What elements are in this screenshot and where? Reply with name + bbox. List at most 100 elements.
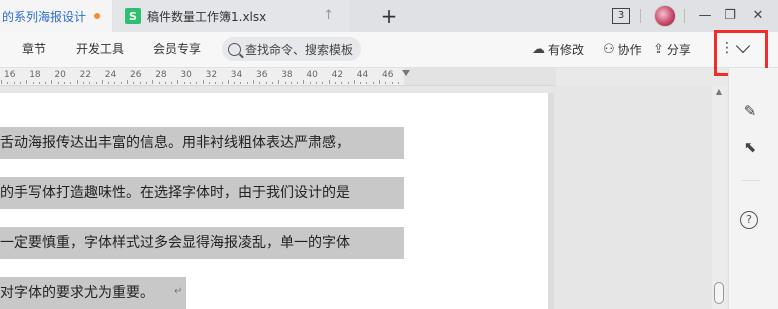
text-line[interactable]: 一定要慎重，字体样式过多会显得海报凌乱，单一的字体 — [0, 227, 404, 259]
ruler-tick — [101, 80, 103, 84]
ruler-tick — [240, 82, 242, 84]
text-line-content: 的手写体打造趣味性。在选择字体时，由于我们设计的是 — [0, 185, 350, 201]
ruler-label: 36 — [256, 70, 268, 80]
user-icon: ⚇ — [603, 42, 615, 57]
menu-chapter[interactable]: 章节 — [22, 32, 46, 67]
ruler-tick — [353, 80, 355, 84]
collab-label: 协作 — [617, 43, 642, 57]
ruler-tick — [95, 82, 97, 84]
ruler-tick — [385, 82, 387, 84]
ruler-label: 16 — [4, 70, 16, 80]
ruler-tick — [391, 82, 393, 84]
menu-member[interactable]: 会员专享 — [153, 32, 201, 67]
ruler-tick — [164, 82, 166, 84]
ruler-tick — [190, 82, 191, 84]
tab-document[interactable]: 的系列海报设计 — [0, 0, 112, 32]
ruler-label: 32 — [205, 70, 218, 80]
window-count-badge[interactable]: 3 — [612, 8, 630, 24]
ruler-tick — [366, 82, 368, 84]
ruler-tick — [334, 82, 336, 84]
ruler-label: 24 — [104, 70, 117, 80]
ruler-tick — [177, 80, 179, 84]
divider — [640, 9, 641, 23]
ruler-tick — [202, 80, 204, 84]
text-line-content: 对字体的要求尤为重要。 — [0, 285, 154, 301]
scroll-up-icon[interactable]: ▲ — [714, 88, 724, 96]
spreadsheet-icon: S — [125, 8, 141, 24]
vertical-scrollbar[interactable] — [712, 86, 726, 309]
text-line[interactable]: 的手写体打造趣味性。在选择字体时，由于我们设计的是 — [0, 177, 404, 209]
upload-arrow-icon[interactable]: ↑ — [323, 8, 334, 23]
ruler-tick — [171, 82, 173, 84]
ruler-tick — [108, 82, 110, 84]
ruler-tick — [322, 82, 324, 84]
tab-document-label: 的系列海报设计 — [2, 9, 87, 24]
scroll-thumb[interactable] — [714, 282, 724, 304]
ruler-tick — [278, 80, 280, 84]
ruler-tick — [284, 82, 286, 84]
ruler-tick — [70, 82, 72, 84]
paragraph-mark-icon: ↵ — [174, 286, 183, 297]
ruler-tick — [45, 82, 47, 84]
minimize-button[interactable]: — — [696, 0, 714, 32]
ruler-tick — [114, 82, 116, 84]
ruler-tick — [379, 80, 380, 84]
ruler-tick — [215, 82, 217, 84]
ruler-tick — [341, 82, 343, 84]
text-line[interactable]: 对字体的要求尤为重要。 — [0, 277, 186, 309]
restore-button[interactable]: ❐ — [720, 0, 740, 32]
modified-button[interactable]: ☁ 有修改 — [532, 32, 584, 67]
ruler-tick — [221, 82, 223, 84]
ruler-tick — [13, 82, 15, 84]
menu-developer-tools[interactable]: 开发工具 — [76, 32, 124, 67]
pen-icon[interactable]: ✎ — [740, 101, 760, 121]
ruler-tick — [290, 82, 292, 84]
text-line[interactable]: 舌动海报传达出丰富的信息。用非衬线粗体表达严肃感， — [0, 127, 404, 159]
tab-spreadsheet[interactable]: S 稿件数量工作簿1.xlsx ↑ — [113, 0, 350, 32]
avatar[interactable] — [654, 5, 676, 27]
ruler-tick — [183, 82, 185, 84]
page-shadow — [548, 93, 554, 309]
help-icon[interactable]: ? — [740, 211, 758, 229]
ruler-tick — [51, 80, 53, 84]
ruler-tick — [360, 82, 362, 84]
ruler-label: 30 — [180, 70, 192, 80]
indent-marker-icon[interactable] — [402, 70, 410, 76]
cloud-icon: ☁ — [532, 42, 545, 57]
ruler-tick — [208, 82, 210, 84]
ruler-tick — [259, 82, 261, 84]
ruler-tick — [127, 80, 128, 84]
ruler-tick — [133, 82, 135, 84]
ruler-tick — [38, 82, 40, 84]
new-tab-button[interactable]: + — [377, 4, 401, 28]
ruler-tick — [372, 82, 374, 84]
ruler-tick — [397, 82, 399, 84]
ruler-tick — [145, 82, 147, 84]
share-button[interactable]: ⇪ 分享 — [653, 32, 691, 67]
pointer-icon[interactable]: ⬉ — [740, 137, 760, 157]
ruler-tick — [234, 82, 236, 84]
ruler-tick — [316, 82, 317, 84]
close-button[interactable]: ✕ — [748, 0, 768, 32]
ruler-tick — [7, 82, 9, 84]
collab-button[interactable]: ⚇ 协作 — [603, 32, 642, 67]
ruler-label: 18 — [29, 70, 41, 80]
ruler-label: 46 — [382, 70, 394, 80]
ruler-tick — [76, 80, 78, 84]
ruler-label: 20 — [54, 70, 66, 80]
ruler-margin-area — [404, 68, 556, 85]
ruler-tick — [139, 82, 141, 84]
search-placeholder: 查找命令、搜索模板 — [245, 42, 354, 57]
ruler-label: 34 — [230, 70, 243, 80]
ruler-tick — [57, 82, 59, 84]
command-search[interactable]: 查找命令、搜索模板 — [222, 37, 361, 61]
ruler-tick — [19, 82, 21, 84]
share-label: 分享 — [666, 43, 691, 57]
ruler-label: 26 — [130, 70, 142, 80]
ruler-tick — [152, 80, 154, 84]
chevron-down-icon — [735, 38, 751, 54]
ruler-tick — [1, 80, 2, 84]
ruler-tick — [227, 80, 229, 84]
ruler-tick — [265, 82, 267, 84]
ruler-tick — [82, 82, 84, 84]
